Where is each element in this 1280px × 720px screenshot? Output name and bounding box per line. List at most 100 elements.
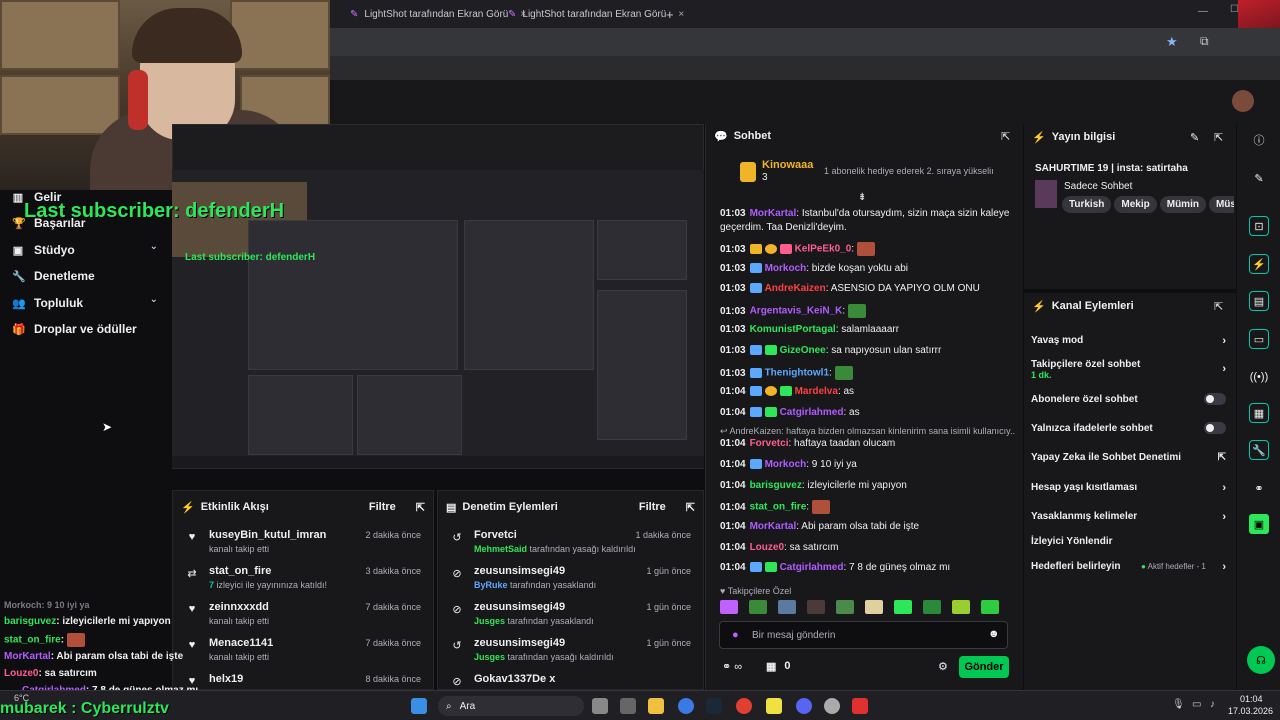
minimize-icon[interactable]: — — [1198, 6, 1208, 17]
chat-message[interactable]: 01:03 AndreKaizen: ASENSİO DA YAPIYO OLM … — [720, 283, 1015, 294]
activity-row[interactable]: ♥ kuseyBin_kutul_imran kanalı takip etti 2 … — [181, 527, 425, 561]
bookmark-star-icon[interactable]: ★ — [1166, 34, 1178, 50]
popout-icon[interactable]: ⇱ — [416, 501, 425, 514]
emote-icon[interactable] — [836, 600, 854, 614]
chevron-down-icon[interactable]: ⌄ — [150, 294, 158, 305]
chat-message[interactable]: 01:03 Thenightowl1: — [720, 366, 1015, 380]
toggle-switch[interactable] — [1204, 422, 1226, 434]
chat-message[interactable]: 01:03 Argentavis_KeiN_K: — [720, 304, 1015, 318]
chat-message[interactable]: 01:04 Mardelva: as — [720, 386, 1015, 397]
emote-icon[interactable] — [923, 600, 941, 614]
clock-date[interactable]: 17.03.2026 — [1228, 706, 1273, 716]
chat-input[interactable]: ● Bir mesaj gönderin ☻ — [719, 621, 1008, 649]
action-ai-moderation[interactable]: Yapay Zeka ile Sohbet Denetimi ⇱ — [1031, 452, 1228, 463]
popout-icon[interactable]: ⇱ — [1001, 130, 1010, 143]
emote-icon[interactable] — [894, 600, 912, 614]
browser-tab[interactable]: ✎ LightShot tarafından Ekran Görü × — [350, 4, 526, 24]
app-icon[interactable] — [852, 698, 868, 714]
new-tab-button[interactable]: + — [666, 4, 674, 24]
chat-message[interactable]: 01:04 Forvetci: haftaya taadan olucam — [720, 438, 1015, 449]
windows-start-icon[interactable] — [411, 698, 427, 714]
discord-icon[interactable] — [796, 698, 812, 714]
action-raid[interactable]: İzleyici Yönlendir — [1031, 536, 1228, 547]
chat-message[interactable]: 01:03 Morkoch: bizde koşan yoktu abi — [720, 263, 1015, 274]
close-tab-icon[interactable]: × — [678, 9, 684, 20]
chat-message[interactable]: 01:03 KelPeEk0_0: — [720, 242, 1015, 256]
chat-message[interactable]: 01:03 GizeOnee: sa napıyosun ulan satırrr — [720, 345, 1015, 356]
moderation-row[interactable]: ⊘ zeusunsimsegi49 ByRuke tarafından yasakl… — [446, 563, 695, 597]
emote-icon[interactable] — [749, 600, 767, 614]
emote-icon[interactable] — [981, 600, 999, 614]
extensions-icon[interactable]: ⧉ — [1200, 34, 1209, 49]
help-icon[interactable]: ☊ — [1247, 646, 1275, 674]
chevron-down-icon[interactable]: ⌄ — [150, 241, 158, 252]
chat-message[interactable]: 01:03 KomunistPortagal: salamlaaaarr — [720, 324, 1015, 335]
network-icon[interactable]: ▭ — [1192, 699, 1201, 710]
calculator-icon[interactable] — [620, 698, 636, 714]
channel-points-icon[interactable]: ⚭ ∞ — [722, 660, 742, 673]
lightning-icon[interactable]: ⚡ — [1249, 254, 1269, 274]
clip-icon[interactable]: ⊡ — [1249, 216, 1269, 236]
send-button[interactable]: Gönder — [959, 656, 1009, 678]
document-icon[interactable]: ▤ — [1249, 291, 1269, 311]
chat-bubble-icon[interactable]: ▭ — [1249, 329, 1269, 349]
broadcast-icon[interactable]: ((•)) — [1249, 367, 1269, 387]
popout-icon[interactable]: ⇱ — [1214, 300, 1223, 313]
taskbar-search[interactable]: ⌕ Ara — [438, 696, 584, 716]
edit-icon[interactable]: ✎ — [1190, 131, 1199, 144]
steam-icon[interactable] — [706, 698, 722, 714]
chat-message[interactable]: 01:04 barisguvez: izleyicilerle mi yapıyo… — [720, 480, 1015, 491]
emote-icon[interactable] — [778, 600, 796, 614]
browser-tab[interactable]: ✎ LightShot tarafından Ekran Görü × — [508, 4, 684, 24]
file-explorer-icon[interactable] — [648, 698, 664, 714]
clock-time[interactable]: 01:04 — [1240, 694, 1263, 704]
nav-item-studyo[interactable]: ▣ Stüdyo — [12, 243, 172, 257]
scroll-arrow-icon[interactable]: ⇟ — [858, 192, 866, 203]
nav-item-topluluk[interactable]: 👥 Topluluk — [12, 296, 83, 310]
info-icon[interactable]: ⓘ — [1249, 130, 1269, 150]
pencil-icon[interactable]: ✎ — [1249, 168, 1269, 188]
emoji-icon[interactable]: ☻ — [988, 628, 1000, 640]
action-goals[interactable]: Hedefleri belirleyin ● Aktif hedefler - 1… — [1031, 561, 1228, 573]
bits-counter[interactable]: ▦ 0 — [766, 660, 791, 673]
tag[interactable]: Mekip — [1114, 196, 1157, 213]
action-banned-words[interactable]: Yasaklanmış kelimeler › — [1031, 511, 1228, 523]
tag[interactable]: Turkish — [1062, 196, 1112, 213]
moderation-row[interactable]: ↺ Forvetci MehmetSaid tarafından yasağı ka… — [446, 527, 695, 561]
wrench-icon[interactable]: 🔧 — [1249, 440, 1269, 460]
chat-message[interactable]: 01:03 MorKartal: İstanbul'da otursaydım, … — [720, 208, 1015, 219]
popout-icon[interactable]: ⇱ — [1214, 131, 1223, 144]
extension-icon[interactable]: ▣ — [1249, 514, 1269, 534]
filter-button[interactable]: Filtre — [639, 501, 666, 513]
nav-item-droplar[interactable]: 🎁 Droplar ve ödüller — [12, 322, 137, 336]
action-slow-mode[interactable]: Yavaş mod › — [1031, 335, 1228, 347]
address-bar[interactable]: ★ ⧉ — [330, 28, 1280, 56]
toggle-switch[interactable] — [1204, 393, 1226, 405]
chat-message[interactable]: 01:04 Morkoch: 9 10 iyi ya — [720, 459, 1015, 470]
pinned-leaderboard[interactable]: Kinowaaa 3 1 abonelik hediye ederek 2. s… — [714, 152, 1014, 188]
activity-row[interactable]: ⇄ stat_on_fire 7 izleyici ile yayınınıza k… — [181, 563, 425, 597]
chrome-icon[interactable] — [736, 698, 752, 714]
moderation-row[interactable]: ⊘ zeusunsimsegi49 Jusges tarafından yasakl… — [446, 599, 695, 633]
avatar[interactable] — [1232, 90, 1254, 112]
emote-icon[interactable] — [865, 600, 883, 614]
activity-row[interactable]: ♥ zeinnxxxdd kanalı takip etti 7 dakika önc… — [181, 599, 425, 633]
chat-message[interactable]: 01:04 MorKartal: Abi param olsa tabi de i… — [720, 521, 1015, 532]
chat-message[interactable]: 01:04 stat_on_fire: — [720, 500, 1015, 514]
notes-icon[interactable] — [766, 698, 782, 714]
volume-icon[interactable]: ♪ — [1210, 699, 1215, 710]
microphone-icon[interactable]: 🎙 — [1172, 699, 1185, 710]
action-emote-only[interactable]: Yalnızca ifadelerle sohbet — [1031, 422, 1228, 434]
chat-message[interactable]: 01:04 Catgirlahmed: as — [720, 407, 1015, 418]
emote-icon[interactable] — [807, 600, 825, 614]
chat-message[interactable]: 01:04 Louze0: sa satırcım — [720, 542, 1015, 553]
task-view-icon[interactable] — [592, 698, 608, 714]
moderation-row[interactable]: ↺ zeusunsimsegi49 Jusges tarafından yasağı… — [446, 635, 695, 669]
popout-icon[interactable]: ⇱ — [686, 501, 695, 514]
obs-icon[interactable] — [824, 698, 840, 714]
edge-icon[interactable] — [678, 698, 694, 714]
emote-icon[interactable] — [720, 600, 738, 614]
chat-message[interactable]: 01:04 Catgirlahmed: 7 8 de güneş olmaz mı — [720, 562, 1015, 573]
tag[interactable]: Mümin — [1159, 196, 1206, 213]
action-subscriber-chat[interactable]: Abonelere özel sohbet — [1031, 393, 1228, 405]
